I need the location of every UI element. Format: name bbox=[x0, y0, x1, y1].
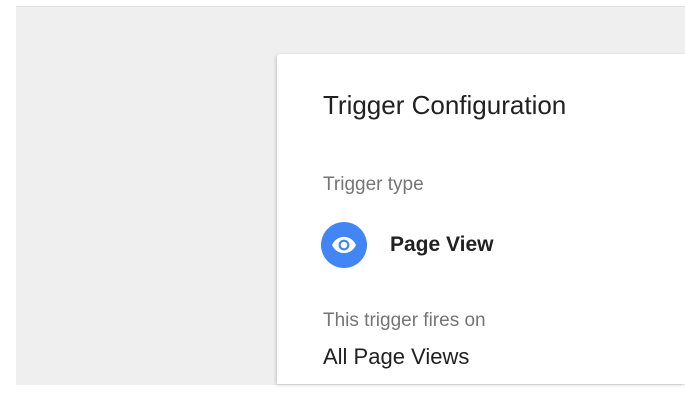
trigger-type-selector[interactable]: Page View bbox=[321, 222, 494, 268]
trigger-configuration-panel[interactable]: Trigger Configuration Trigger type Page … bbox=[277, 54, 685, 384]
fires-on-label: This trigger fires on bbox=[323, 310, 486, 331]
fires-on-value: All Page Views bbox=[323, 344, 470, 369]
trigger-type-label: Trigger type bbox=[323, 174, 424, 195]
trigger-type-name: Page View bbox=[390, 233, 494, 256]
panel-title: Trigger Configuration bbox=[323, 90, 567, 120]
eye-icon bbox=[321, 222, 367, 268]
